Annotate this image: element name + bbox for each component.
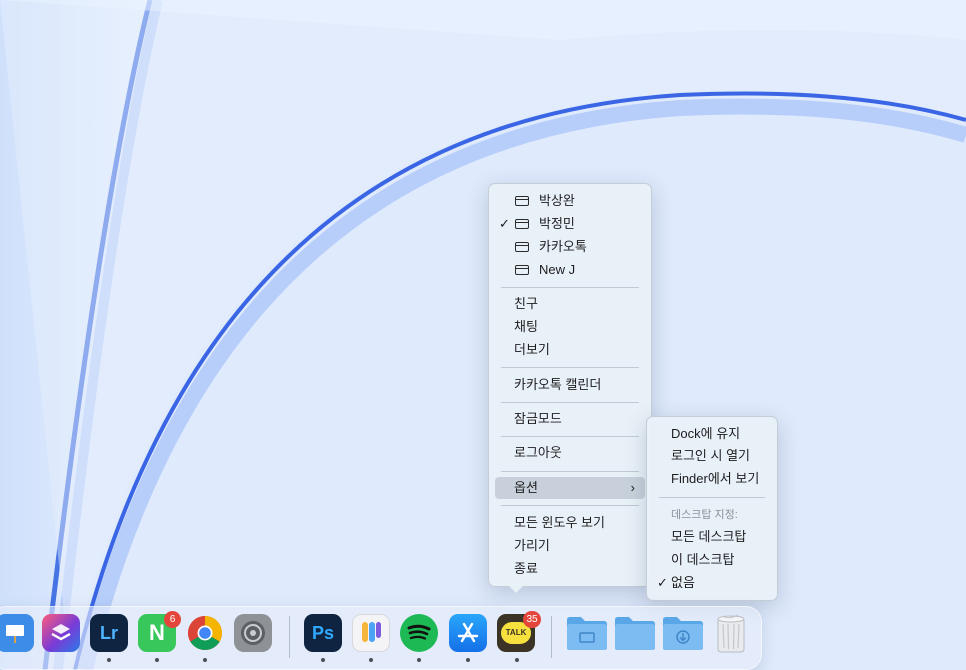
dock-divider — [289, 616, 290, 658]
menu-separator — [659, 497, 765, 498]
system-settings-icon[interactable] — [234, 614, 272, 652]
spotify-icon[interactable] — [400, 614, 438, 652]
menu-separator — [501, 367, 639, 368]
keynote-icon[interactable] — [0, 614, 34, 652]
options-submenu: Dock에 유지 로그인 시 열기 Finder에서 보기 데스크탑 지정: 모… — [646, 416, 778, 601]
menu-item-options[interactable]: 옵션 › — [489, 477, 649, 499]
checkmark-icon: ✓ — [499, 216, 510, 231]
folder-icon[interactable] — [565, 614, 609, 652]
desktop-wallpaper — [0, 0, 966, 670]
window-icon — [515, 265, 529, 275]
menu-separator — [501, 505, 639, 506]
running-indicator — [203, 658, 207, 662]
photoshop-icon[interactable]: Ps — [304, 614, 342, 652]
menu-separator — [501, 402, 639, 403]
menu-separator — [501, 436, 639, 437]
menu-separator — [501, 471, 639, 472]
menu-pointer — [508, 585, 524, 593]
notification-badge: 35 — [523, 611, 541, 628]
window-icon — [515, 219, 529, 229]
window-item-1[interactable]: 박상완 — [489, 190, 649, 212]
chrome-icon[interactable] — [186, 614, 224, 652]
shortcuts-icon[interactable] — [42, 614, 80, 652]
running-indicator — [321, 658, 325, 662]
running-indicator — [155, 658, 159, 662]
checkmark-icon: ✓ — [657, 575, 668, 590]
running-indicator — [417, 658, 421, 662]
window-icon — [515, 196, 529, 206]
window-item-4[interactable]: New J — [489, 259, 649, 281]
window-item-3[interactable]: 카카오톡 — [489, 236, 649, 258]
dock-divider — [551, 616, 552, 658]
folder-icon[interactable] — [613, 614, 657, 652]
running-indicator — [369, 658, 373, 662]
menu-item-none[interactable]: ✓ 없음 — [647, 572, 775, 594]
chevron-right-icon: › — [630, 480, 635, 495]
passwords-icon[interactable] — [352, 614, 390, 652]
window-item-2[interactable]: ✓ 박정민 — [489, 213, 649, 235]
trash-icon[interactable] — [712, 614, 750, 653]
menu-separator — [501, 287, 639, 288]
downloads-folder-icon[interactable] — [661, 614, 705, 652]
dock-context-menu: 박상완 ✓ 박정민 카카오톡 New J 친구 채팅 더보기 카카오톡 캘린더 … — [488, 183, 652, 587]
window-icon — [515, 242, 529, 252]
running-indicator — [107, 658, 111, 662]
running-indicator — [515, 658, 519, 662]
app-store-icon[interactable] — [449, 614, 487, 652]
notification-badge: 6 — [164, 611, 181, 628]
running-indicator — [466, 658, 470, 662]
lightroom-icon[interactable]: Lr — [90, 614, 128, 652]
